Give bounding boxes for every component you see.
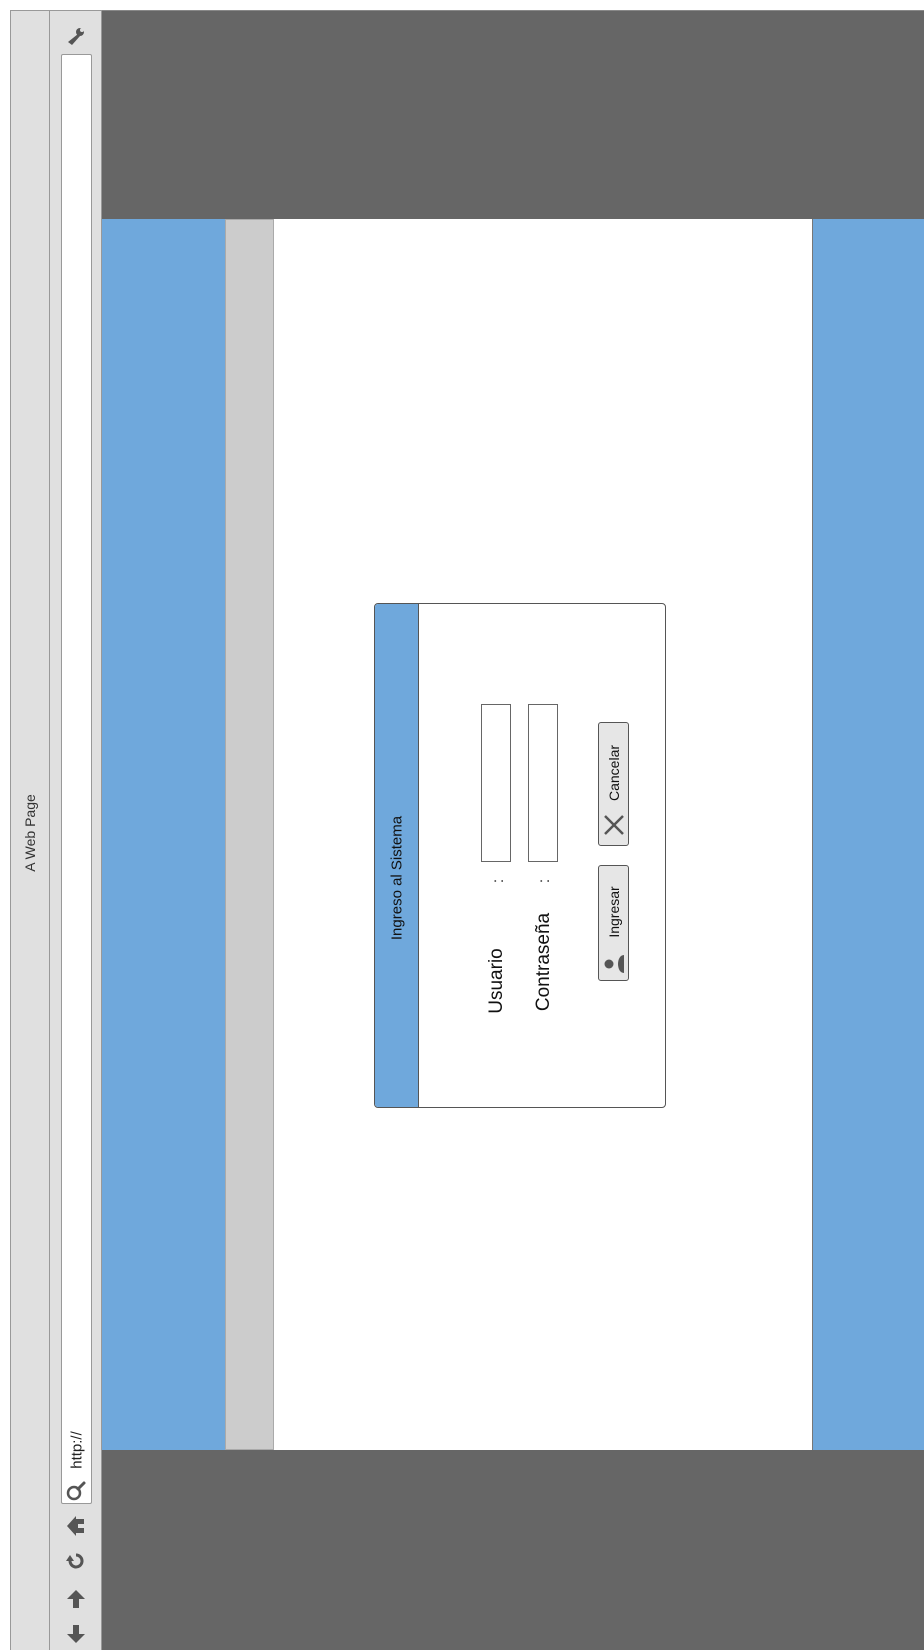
url-bar[interactable] [61,54,92,1504]
user-field[interactable] [481,704,511,862]
side-bar [225,219,274,1450]
password-field[interactable] [528,704,558,862]
home-icon[interactable] [64,1514,88,1538]
back-icon[interactable] [64,1622,88,1646]
login-button[interactable]: Ingresar [598,865,629,981]
user-icon [604,955,624,973]
close-icon [604,815,624,835]
forward-icon[interactable] [64,1587,88,1611]
search-icon[interactable] [64,1479,88,1503]
cancel-button[interactable]: Cancelar [598,722,629,846]
settings-icon[interactable] [64,24,88,48]
reload-icon[interactable] [64,1549,88,1573]
